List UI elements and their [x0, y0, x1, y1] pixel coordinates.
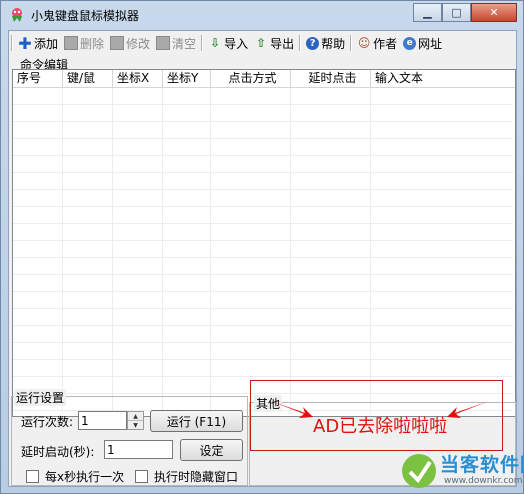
- delay-start-label: 延时启动(秒):: [21, 445, 95, 459]
- left-arrow-icon: [271, 401, 313, 418]
- window-controls: ▁ □ ✕: [413, 3, 517, 22]
- window-title: 小鬼键盘鼠标模拟器: [31, 9, 140, 23]
- run-button[interactable]: 运行 (F11): [150, 410, 243, 432]
- column-header-y[interactable]: 坐标Y: [163, 70, 211, 87]
- title-bar[interactable]: 小鬼键盘鼠标模拟器 ▁ □ ✕: [1, 1, 523, 30]
- column-header-index[interactable]: 序号: [13, 70, 63, 87]
- grid-line: [112, 88, 113, 414]
- toolbar: ✚ 添加 删除 修改 清空 ⇩ 导入 ⇧ 导出 ? 帮助 ☺ 作者 e 网址: [9, 31, 516, 55]
- right-arrow-icon: [447, 401, 489, 418]
- ad-removed-text: AD已去除啦啦啦: [313, 416, 448, 437]
- minimize-icon: ▁: [423, 6, 432, 19]
- help-icon: ?: [306, 36, 320, 50]
- command-list-body[interactable]: [13, 88, 513, 414]
- edit-icon: [110, 36, 125, 50]
- website-button[interactable]: e 网址: [400, 32, 445, 54]
- watermark-title: 当客软件园: [440, 454, 524, 476]
- plus-icon: ✚: [18, 33, 32, 53]
- toolbar-grip: [11, 35, 13, 51]
- hide-window-label: 执行时隐藏窗口: [154, 470, 239, 484]
- delay-start-input[interactable]: 1: [104, 440, 173, 459]
- watermark-url: www.downkr.com: [444, 476, 523, 486]
- toolbar-separator: [350, 35, 353, 51]
- app-ghost-icon: [12, 8, 22, 22]
- import-button[interactable]: ⇩ 导入: [205, 32, 251, 54]
- delete-button[interactable]: 删除: [61, 32, 107, 54]
- column-header-delay[interactable]: 延时点击: [291, 70, 371, 87]
- run-count-label: 运行次数:: [21, 415, 74, 429]
- website-button-label: 网址: [418, 36, 443, 51]
- edit-button[interactable]: 修改: [107, 32, 153, 54]
- set-button[interactable]: 设定: [180, 439, 243, 461]
- app-window: 小鬼键盘鼠标模拟器 ▁ □ ✕ ✚ 添加 删除 修改 清空 ⇩ 导入 ⇧ 导出 …: [0, 0, 524, 494]
- maximize-button[interactable]: □: [442, 3, 471, 22]
- minimize-button[interactable]: ▁: [413, 3, 442, 22]
- delete-button-label: 删除: [80, 36, 105, 51]
- command-list-header: 序号 键/鼠 坐标X 坐标Y 点击方式 延时点击 输入文本: [13, 70, 515, 88]
- column-header-x[interactable]: 坐标X: [113, 70, 163, 87]
- column-header-key-mouse[interactable]: 键/鼠: [63, 70, 113, 87]
- run-settings-legend: 运行设置: [14, 389, 67, 406]
- grid-line: [62, 88, 63, 414]
- add-button-label: 添加: [34, 36, 59, 51]
- help-button[interactable]: ? 帮助: [303, 32, 348, 54]
- command-list[interactable]: 序号 键/鼠 坐标X 坐标Y 点击方式 延时点击 输入文本: [12, 69, 516, 417]
- author-button-label: 作者: [373, 36, 398, 51]
- spinner-down-icon[interactable]: ▼: [128, 421, 143, 429]
- edit-button-label: 修改: [126, 36, 151, 51]
- toolbar-separator: [201, 35, 204, 51]
- clear-button[interactable]: 清空: [153, 32, 199, 54]
- author-button[interactable]: ☺ 作者: [354, 32, 400, 54]
- clear-button-label: 清空: [172, 36, 197, 51]
- spinner-up-icon[interactable]: ▲: [128, 412, 143, 421]
- site-watermark: 当客软件园 www.downkr.com: [396, 450, 524, 493]
- globe-icon: e: [403, 36, 417, 50]
- grid-line: [162, 88, 163, 414]
- every-x-seconds-label: 每x秒执行一次: [45, 470, 125, 484]
- grid-line: [290, 88, 291, 414]
- import-icon: ⇩: [210, 36, 221, 50]
- import-button-label: 导入: [224, 36, 249, 51]
- ad-panel: AD已去除啦啦啦: [250, 380, 503, 451]
- column-header-click-mode[interactable]: 点击方式: [211, 70, 291, 87]
- toolbar-separator: [299, 35, 302, 51]
- export-button-label: 导出: [270, 36, 295, 51]
- author-icon: ☺: [357, 36, 371, 50]
- close-icon: ✕: [489, 6, 499, 19]
- run-count-spinner[interactable]: ▲ ▼: [127, 411, 144, 430]
- downkr-logo-icon: [402, 454, 436, 488]
- maximize-icon: □: [451, 6, 462, 19]
- help-button-label: 帮助: [321, 36, 346, 51]
- every-x-seconds-checkbox[interactable]: 每x秒执行一次: [26, 468, 124, 485]
- export-button[interactable]: ⇧ 导出: [251, 32, 297, 54]
- delete-icon: [64, 36, 79, 50]
- grid-line: [370, 88, 371, 414]
- grid-line: [210, 88, 211, 414]
- export-icon: ⇧: [256, 36, 267, 50]
- run-count-input[interactable]: 1: [78, 411, 127, 430]
- clear-icon: [156, 36, 171, 50]
- column-header-input-text[interactable]: 输入文本: [371, 70, 513, 87]
- add-button[interactable]: ✚ 添加: [15, 32, 61, 54]
- every-x-seconds-box[interactable]: [26, 470, 39, 483]
- close-button[interactable]: ✕: [471, 3, 517, 22]
- hide-window-box[interactable]: [135, 470, 148, 483]
- hide-window-checkbox[interactable]: 执行时隐藏窗口: [135, 468, 238, 485]
